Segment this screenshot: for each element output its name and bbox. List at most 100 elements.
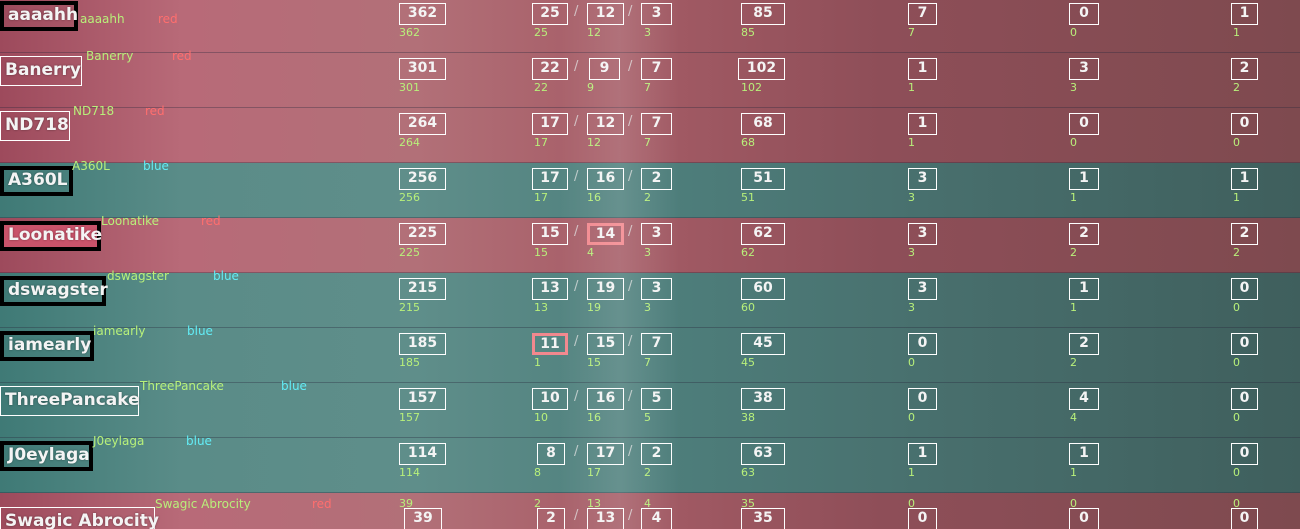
stat-separator: / — [628, 114, 633, 129]
stat-kills-sub: 17 — [534, 136, 548, 149]
stat-separator: / — [574, 59, 579, 74]
stat-assists-box: 7 — [641, 333, 672, 355]
player-name[interactable]: J0eylaga — [0, 441, 93, 471]
stat-kills-box: 17 — [532, 168, 568, 190]
stat-col7-box: 2 — [1069, 333, 1099, 355]
player-name[interactable]: aaaahh — [0, 1, 78, 31]
stat-deaths-sub: 17 — [587, 466, 601, 479]
stat-separator: / — [628, 389, 633, 404]
team-label: red — [312, 497, 332, 511]
player-name[interactable]: Loonatike — [0, 221, 102, 251]
stat-assists-box: 3 — [641, 278, 672, 300]
stat-score-box: 256 — [399, 168, 446, 190]
stat-kills-box: 8 — [537, 443, 565, 465]
stat-deaths-sub: 16 — [587, 411, 601, 424]
stat-assists-box: 2 — [641, 168, 672, 190]
stat-separator: / — [628, 4, 633, 19]
player-row[interactable]: iamearly iamearly blue 185 185 11 1 15 15 7 7 45 45 0… — [0, 324, 1300, 383]
stat-col7-sub: 2 — [1070, 246, 1077, 259]
stat-deaths-box: 19 — [587, 278, 624, 300]
player-row[interactable]: dswagster dswagster blue 215 215 13 13 19 19 3 3 60… — [0, 269, 1300, 328]
stat-deaths-sub: 13 — [587, 497, 601, 510]
stat-col6-sub: 1 — [908, 81, 915, 94]
player-tag-label: aaaahh — [80, 12, 125, 26]
stat-col5-sub: 45 — [741, 356, 755, 369]
stat-separator: / — [574, 334, 579, 349]
stat-col7-sub: 2 — [1070, 356, 1077, 369]
player-row[interactable]: Banerry Banerry red 301 301 22 22 9 9 7 7 102 102 1 1 3… — [0, 49, 1300, 108]
stat-deaths-box: 12 — [587, 3, 624, 25]
stat-assists-box: 7 — [641, 113, 672, 135]
player-name[interactable]: ND718 — [0, 111, 70, 141]
stat-col7-box: 1 — [1069, 443, 1099, 465]
stat-assists-box: 5 — [641, 388, 672, 410]
stat-col7-sub: 0 — [1070, 26, 1077, 39]
stat-score-box: 264 — [399, 113, 446, 135]
stat-col6-sub: 1 — [908, 466, 915, 479]
stat-col8-box: 0 — [1231, 333, 1258, 355]
stat-col6-box: 3 — [908, 168, 937, 190]
stat-col5-box: 45 — [741, 333, 785, 355]
player-name[interactable]: Swagic Abrocity — [0, 507, 159, 529]
player-name[interactable]: Banerry — [0, 56, 82, 86]
stat-kills-sub: 15 — [534, 246, 548, 259]
stat-kills-sub: 1 — [534, 356, 541, 369]
stat-deaths-box: 12 — [587, 113, 624, 135]
player-row[interactable]: aaaahh aaaahh red 362 362 25 25 12 12 3 3 85 85 7 7 0 0 1… — [0, 0, 1300, 53]
player-name[interactable]: iamearly — [0, 331, 94, 361]
player-tag-label: ThreePancake — [140, 379, 224, 393]
stat-score-sub: 264 — [399, 136, 420, 149]
player-row[interactable]: A360L A360L blue 256 256 17 17 16 16 2 2 51 51 3 3 1 1 1 1… — [0, 159, 1300, 218]
team-label: red — [145, 104, 165, 118]
stat-assists-sub: 2 — [644, 191, 651, 204]
stat-col6-sub: 0 — [908, 411, 915, 424]
stat-kills-sub: 2 — [534, 497, 541, 510]
stat-deaths-box: 13 — [587, 508, 624, 529]
player-row[interactable]: ND718 ND718 red 264 264 17 17 12 12 7 7 68 68 1 1 0 0 0 0/… — [0, 104, 1300, 163]
stat-col8-box: 2 — [1231, 223, 1258, 245]
player-name[interactable]: ThreePancake — [0, 386, 140, 416]
stat-col7-sub: 1 — [1070, 466, 1077, 479]
stat-score-sub: 215 — [399, 301, 420, 314]
stat-assists-sub: 3 — [644, 26, 651, 39]
stat-assists-box: 7 — [641, 58, 672, 80]
stat-col8-sub: 0 — [1233, 356, 1240, 369]
stat-deaths-sub: 12 — [587, 26, 601, 39]
stat-score-sub: 185 — [399, 356, 420, 369]
team-label: blue — [213, 269, 239, 283]
stat-col6-box: 3 — [908, 278, 937, 300]
stat-col8-box: 1 — [1231, 168, 1258, 190]
stat-col8-box: 1 — [1231, 3, 1258, 25]
stat-col5-sub: 51 — [741, 191, 755, 204]
stat-col7-box: 0 — [1069, 3, 1099, 25]
stat-col7-box: 0 — [1069, 113, 1099, 135]
stat-assists-box: 3 — [641, 223, 672, 245]
stat-col8-sub: 0 — [1233, 497, 1240, 510]
player-name[interactable]: dswagster — [0, 276, 108, 306]
stat-kills-box: 10 — [532, 388, 568, 410]
stat-deaths-sub: 19 — [587, 301, 601, 314]
stat-deaths-sub: 15 — [587, 356, 601, 369]
player-name[interactable]: A360L — [0, 166, 73, 196]
stat-col8-box: 0 — [1231, 113, 1258, 135]
stat-separator: / — [574, 169, 579, 184]
stat-score-box: 362 — [399, 3, 446, 25]
stat-assists-sub: 4 — [644, 497, 651, 510]
stat-col8-box: 0 — [1231, 508, 1258, 529]
stat-score-box: 215 — [399, 278, 446, 300]
stat-col7-sub: 0 — [1070, 136, 1077, 149]
player-row[interactable]: J0eylaga J0eylaga blue 114 114 8 8 17 17 2 2 63 63 1 1… — [0, 434, 1300, 493]
stat-col7-sub: 1 — [1070, 301, 1077, 314]
player-row[interactable]: Loonatike Loonatike red 225 225 15 15 14 4 3 3 62 62… — [0, 214, 1300, 273]
player-row[interactable]: ThreePancake ThreePancake blue 157 157 10 10 16… — [0, 379, 1300, 438]
stat-kills-box: 13 — [532, 278, 568, 300]
stat-assists-sub: 3 — [644, 246, 651, 259]
stat-col7-sub: 1 — [1070, 191, 1077, 204]
stat-score-box: 157 — [399, 388, 446, 410]
player-row[interactable]: Swagic Abrocity Swagic Abrocity red 39 39 2 2 1… — [0, 493, 1300, 529]
stat-deaths-sub: 12 — [587, 136, 601, 149]
stat-col8-sub: 0 — [1233, 136, 1240, 149]
stat-col6-sub: 1 — [908, 136, 915, 149]
stat-col5-box: 51 — [741, 168, 785, 190]
stat-separator: / — [574, 279, 579, 294]
